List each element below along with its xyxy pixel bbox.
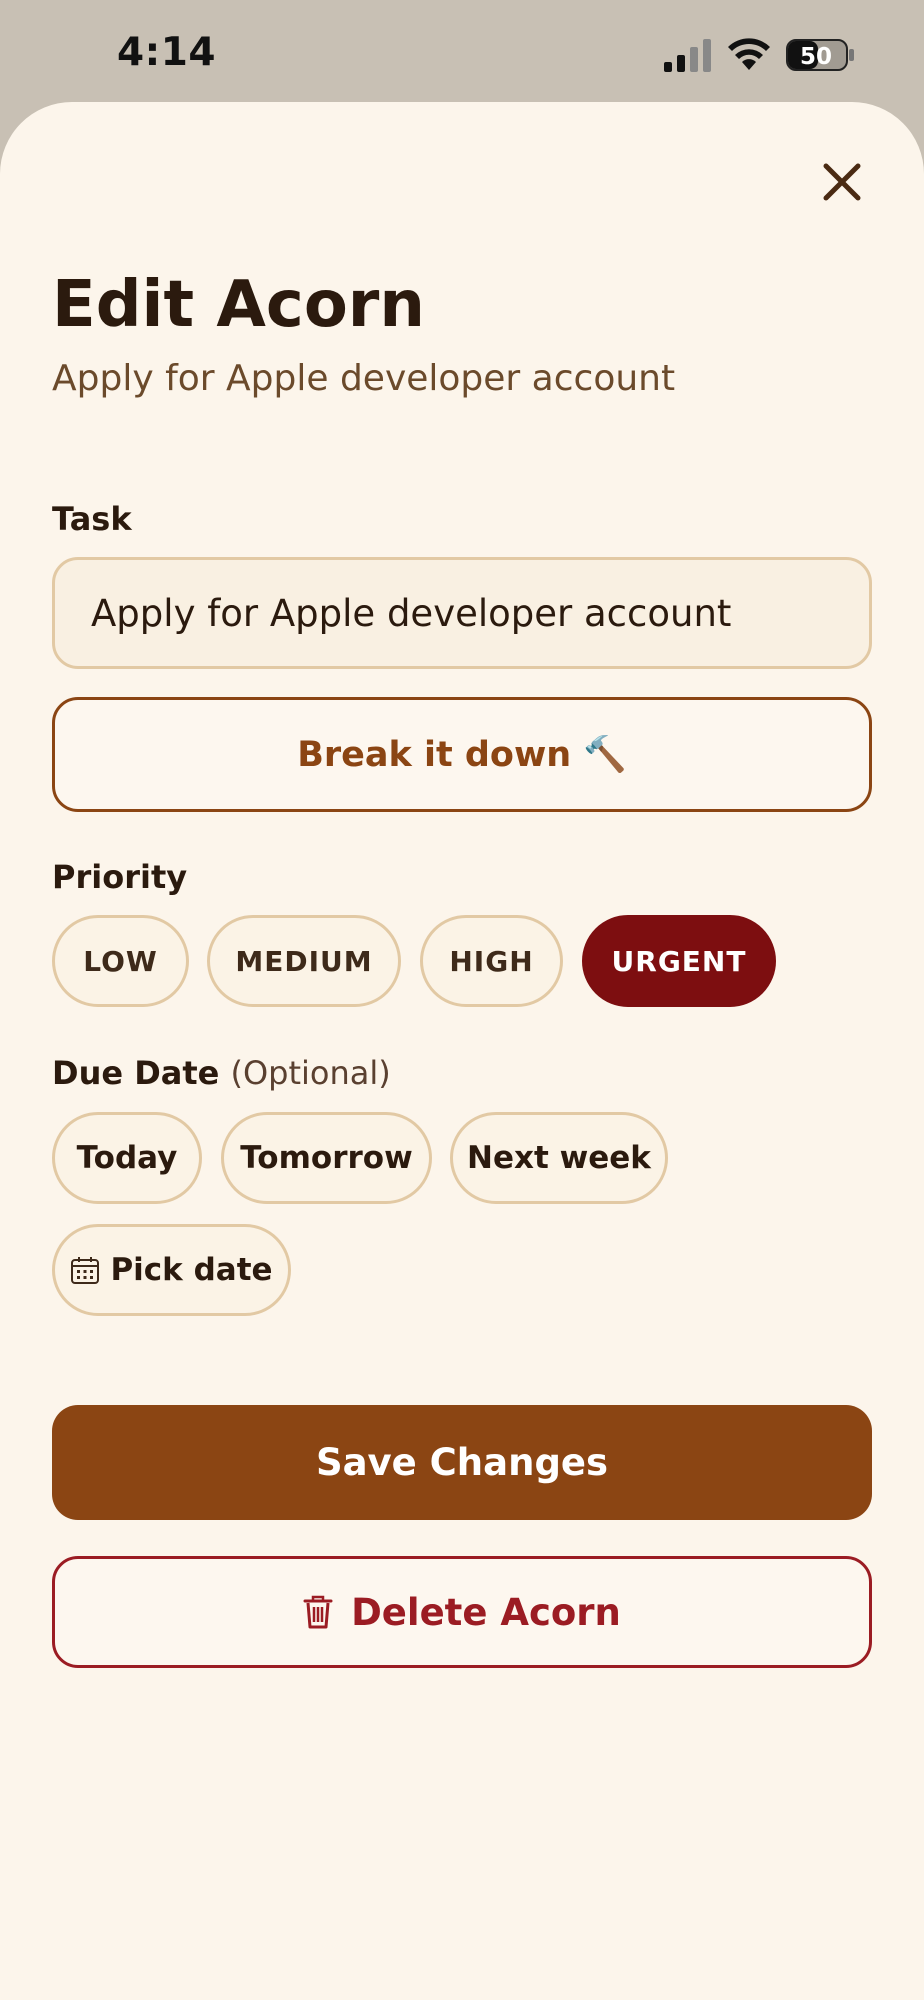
task-input[interactable] xyxy=(52,557,872,669)
priority-low-label: LOW xyxy=(83,944,158,978)
page-subtitle: Apply for Apple developer account xyxy=(52,358,676,399)
pick-date-chip[interactable]: Pick date xyxy=(52,1224,291,1316)
page-title: Edit Acorn xyxy=(52,268,425,342)
save-changes-label: Save Changes xyxy=(315,1441,609,1484)
priority-low-chip[interactable]: LOW xyxy=(52,915,189,1007)
break-it-down-button[interactable]: Break it down 🔨 xyxy=(52,697,872,812)
priority-high-label: HIGH xyxy=(449,944,534,978)
save-changes-button[interactable]: Save Changes xyxy=(52,1405,872,1520)
priority-label: Priority xyxy=(52,858,188,896)
cellular-signal-icon xyxy=(664,39,711,72)
hammer-icon: 🔨 xyxy=(583,735,627,775)
break-it-down-label: Break it down xyxy=(297,734,572,775)
delete-acorn-label: Delete Acorn xyxy=(351,1590,621,1634)
priority-high-chip[interactable]: HIGH xyxy=(420,915,563,1007)
delete-acorn-button[interactable]: Delete Acorn xyxy=(52,1556,872,1668)
priority-urgent-chip[interactable]: URGENT xyxy=(582,915,776,1007)
status-time: 4:14 xyxy=(117,30,217,75)
due-date-optional-text: (Optional) xyxy=(230,1054,391,1092)
close-icon xyxy=(823,163,861,201)
due-next-week-chip[interactable]: Next week xyxy=(450,1112,668,1204)
due-next-week-label: Next week xyxy=(467,1140,651,1176)
due-today-chip[interactable]: Today xyxy=(52,1112,202,1204)
due-date-label: Due Date (Optional) xyxy=(52,1054,391,1092)
pick-date-label: Pick date xyxy=(110,1252,273,1288)
priority-medium-label: MEDIUM xyxy=(235,944,373,978)
priority-urgent-label: URGENT xyxy=(611,944,747,978)
task-label: Task xyxy=(52,500,132,538)
due-today-label: Today xyxy=(76,1140,178,1176)
due-tomorrow-chip[interactable]: Tomorrow xyxy=(221,1112,432,1204)
priority-medium-chip[interactable]: MEDIUM xyxy=(207,915,401,1007)
trash-icon xyxy=(303,1595,333,1629)
battery-level-text: 50 xyxy=(800,44,832,70)
wifi-icon xyxy=(728,38,770,70)
due-tomorrow-label: Tomorrow xyxy=(240,1140,413,1176)
battery-icon: 50 xyxy=(786,39,854,71)
close-button[interactable] xyxy=(810,150,874,214)
due-date-label-text: Due Date xyxy=(52,1054,220,1092)
status-bar: 4:14 50 xyxy=(0,0,924,102)
calendar-icon xyxy=(71,1257,100,1284)
